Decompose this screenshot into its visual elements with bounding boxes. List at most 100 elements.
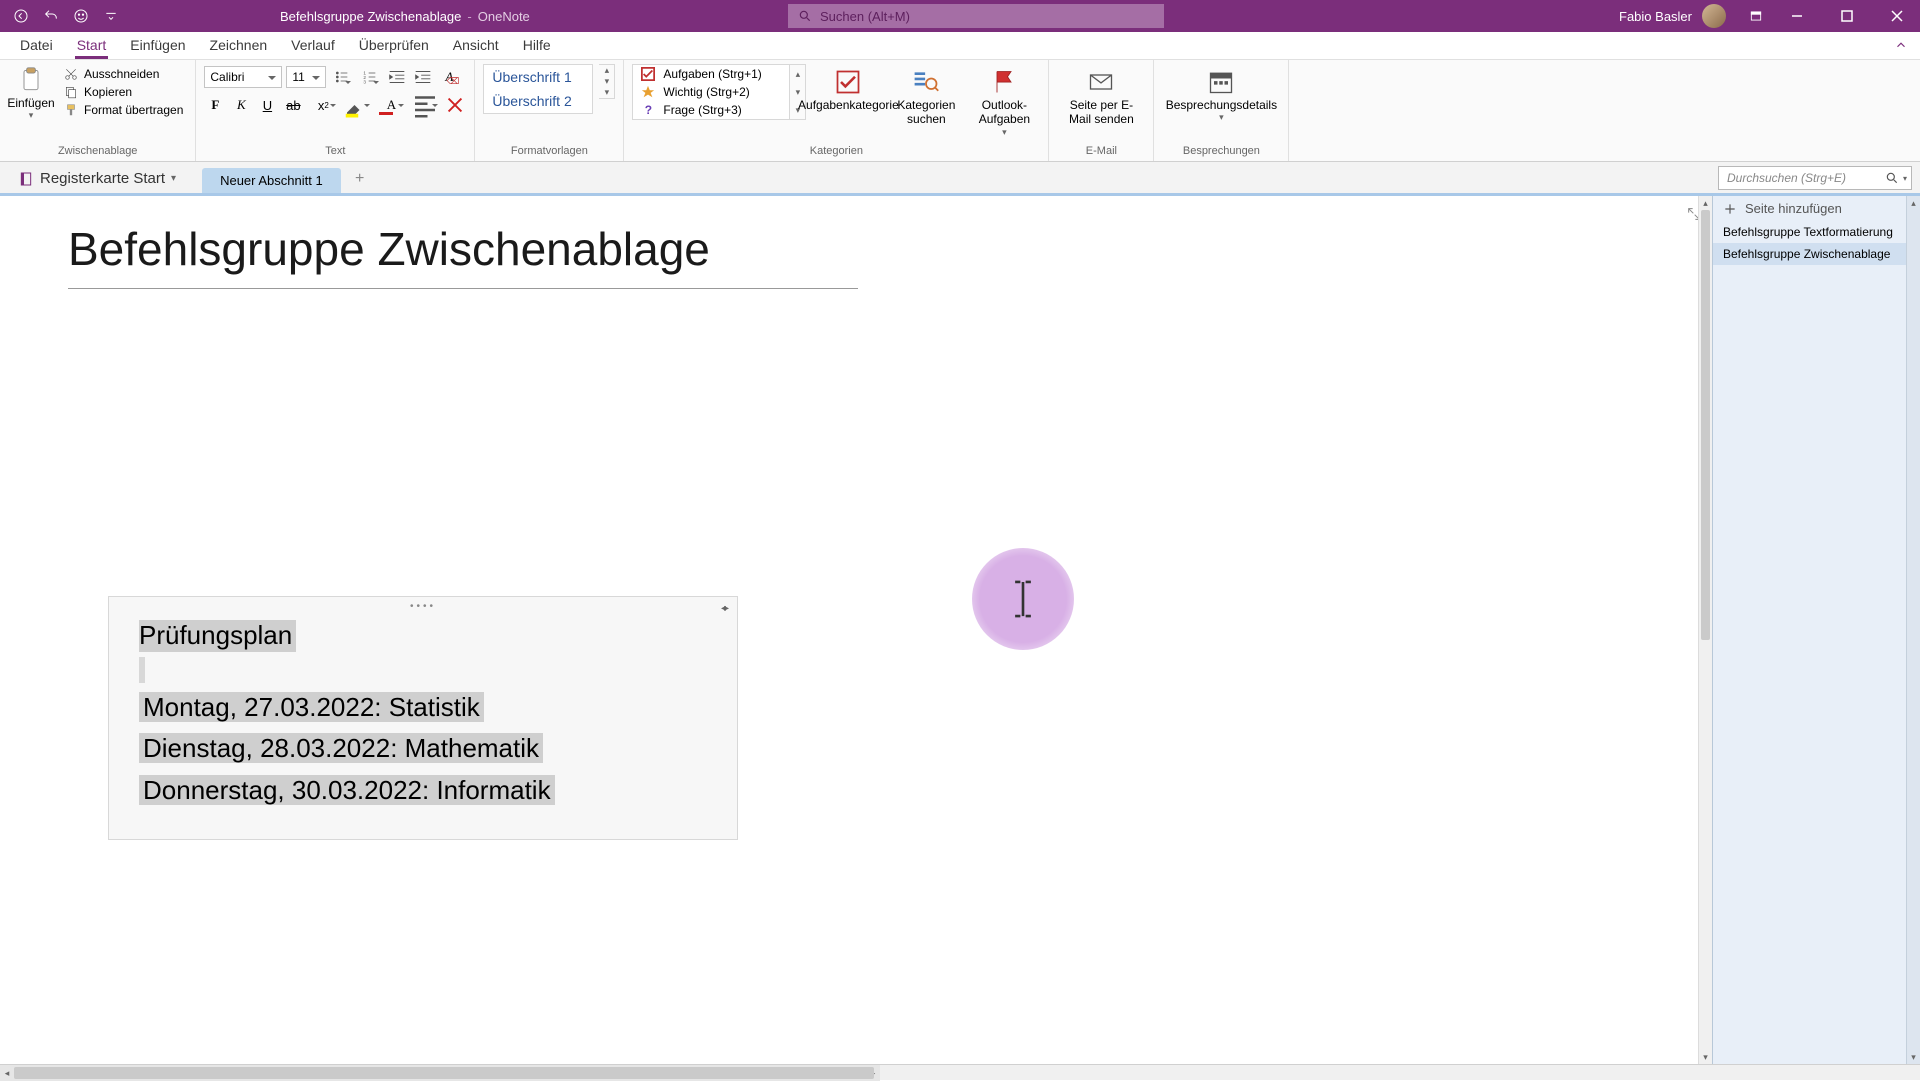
italic-button[interactable]: K bbox=[230, 94, 252, 116]
bullets-button[interactable] bbox=[330, 66, 354, 88]
scroll-down-button[interactable]: ▾ bbox=[1699, 1050, 1712, 1064]
group-text: Calibri 11 123 A⌫ F K U ab x2 A Text bbox=[196, 60, 475, 161]
tag-task[interactable]: Aufgaben (Strg+1) bbox=[633, 65, 789, 83]
note-line-1[interactable]: Montag, 27.03.2022: Statistik bbox=[139, 692, 484, 722]
style-heading2[interactable]: Überschrift 2 bbox=[484, 89, 592, 113]
pagelist-scrollbar[interactable]: ▴ ▾ bbox=[1906, 196, 1920, 1064]
close-button[interactable] bbox=[1874, 0, 1920, 32]
tell-me-input[interactable] bbox=[820, 9, 1154, 24]
page-search-button[interactable] bbox=[1884, 167, 1901, 189]
horizontal-scrollbar[interactable]: ◂ ▸ bbox=[0, 1065, 880, 1081]
note-heading[interactable]: Prüfungsplan bbox=[139, 620, 296, 652]
email-page-button[interactable]: Seite per E-Mail senden bbox=[1057, 64, 1145, 131]
touch-mode-button[interactable] bbox=[70, 5, 92, 27]
page-search-input[interactable] bbox=[1727, 171, 1884, 185]
subscript-button[interactable]: x2 bbox=[308, 94, 338, 116]
avatar[interactable] bbox=[1702, 4, 1726, 28]
strikethrough-button[interactable]: ab bbox=[282, 94, 304, 116]
increase-indent-button[interactable] bbox=[412, 66, 434, 88]
collapse-ribbon-button[interactable] bbox=[1894, 38, 1908, 57]
tags-gallery[interactable]: Aufgaben (Strg+1) Wichtig (Strg+2) ?Frag… bbox=[632, 64, 790, 120]
find-tags-button[interactable]: Kategorien suchen bbox=[890, 64, 962, 131]
tab-ansicht[interactable]: Ansicht bbox=[441, 33, 511, 59]
underline-button[interactable]: U bbox=[256, 94, 278, 116]
hscroll-thumb[interactable] bbox=[14, 1067, 874, 1079]
indent-icon bbox=[412, 66, 434, 88]
align-button[interactable] bbox=[410, 94, 440, 116]
tags-scroll-up[interactable]: ▴ bbox=[790, 65, 805, 83]
scroll-thumb[interactable] bbox=[1701, 210, 1710, 640]
decrease-indent-button[interactable] bbox=[386, 66, 408, 88]
user-name[interactable]: Fabio Basler bbox=[1619, 9, 1692, 24]
scroll-up-button[interactable]: ▴ bbox=[1699, 196, 1712, 210]
add-page-button[interactable]: Seite hinzufügen bbox=[1713, 196, 1920, 221]
qat-customize-button[interactable] bbox=[100, 5, 122, 27]
text-cursor-icon bbox=[1007, 578, 1039, 620]
delete-button[interactable] bbox=[444, 94, 466, 116]
font-name-combo[interactable]: Calibri bbox=[204, 66, 282, 88]
checkbox-icon bbox=[641, 67, 655, 81]
meeting-details-button[interactable]: Besprechungsdetails ▾ bbox=[1162, 64, 1280, 127]
highlight-button[interactable] bbox=[342, 94, 372, 116]
add-section-button[interactable]: + bbox=[349, 168, 371, 190]
tab-einfuegen[interactable]: Einfügen bbox=[118, 33, 197, 59]
task-category-button[interactable]: Aufgabenkategorie bbox=[812, 64, 884, 116]
styles-scroll-up[interactable]: ▴ bbox=[599, 65, 614, 76]
tab-hilfe[interactable]: Hilfe bbox=[511, 33, 563, 59]
note-line-3[interactable]: Donnerstag, 30.03.2022: Informatik bbox=[139, 775, 555, 805]
page-item-0[interactable]: Befehlsgruppe Textformatierung bbox=[1713, 221, 1920, 243]
format-painter-button[interactable]: Format übertragen bbox=[60, 102, 187, 118]
font-size-combo[interactable]: 11 bbox=[286, 66, 326, 88]
canvas-vertical-scrollbar[interactable]: ▴ ▾ bbox=[1698, 196, 1712, 1064]
undo-button[interactable] bbox=[40, 5, 62, 27]
cut-button[interactable]: Ausschneiden bbox=[60, 66, 187, 82]
ribbon-display-button[interactable] bbox=[1742, 2, 1770, 30]
styles-scroll-down[interactable]: ▾ bbox=[599, 76, 614, 87]
note-container[interactable]: •••• ◂▸ Prüfungsplan Montag, 27.03.2022:… bbox=[108, 596, 738, 840]
group-meetings: Besprechungsdetails ▾ Besprechungen bbox=[1154, 60, 1289, 161]
tab-datei[interactable]: Datei bbox=[8, 33, 65, 59]
section-tab[interactable]: Neuer Abschnitt 1 bbox=[202, 168, 341, 193]
styles-gallery[interactable]: Überschrift 1 Überschrift 2 bbox=[483, 64, 593, 114]
group-label-styles: Formatvorlagen bbox=[483, 143, 615, 159]
search-scope-dropdown[interactable]: ▾ bbox=[1903, 174, 1907, 183]
style-heading1[interactable]: Überschrift 1 bbox=[484, 65, 592, 89]
font-color-button[interactable]: A bbox=[376, 94, 406, 116]
tab-zeichnen[interactable]: Zeichnen bbox=[198, 33, 280, 59]
page-item-1[interactable]: Befehlsgruppe Zwischenablage bbox=[1713, 243, 1920, 265]
window-title: Befehlsgruppe Zwischenablage - OneNote bbox=[280, 0, 530, 32]
styles-expand[interactable]: ▾ bbox=[599, 87, 614, 98]
nav-back-button[interactable] bbox=[10, 5, 32, 27]
note-line-2[interactable]: Dienstag, 28.03.2022: Mathematik bbox=[139, 733, 543, 763]
maximize-button[interactable] bbox=[1824, 0, 1870, 32]
tab-verlauf[interactable]: Verlauf bbox=[279, 33, 347, 59]
container-drag-handle[interactable]: •••• bbox=[410, 601, 436, 612]
page-search[interactable]: ▾ bbox=[1718, 166, 1912, 190]
bold-button[interactable]: F bbox=[204, 94, 226, 116]
group-tags: Aufgaben (Strg+1) Wichtig (Strg+2) ?Frag… bbox=[624, 60, 1049, 161]
page-title[interactable]: Befehlsgruppe Zwischenablage bbox=[68, 222, 858, 289]
minimize-button[interactable] bbox=[1774, 0, 1820, 32]
clear-format-button[interactable]: A⌫ bbox=[438, 66, 460, 88]
title-separator: - bbox=[467, 9, 471, 24]
numbering-button[interactable]: 123 bbox=[358, 66, 382, 88]
tell-me-search[interactable] bbox=[788, 4, 1164, 28]
tab-start[interactable]: Start bbox=[65, 33, 119, 59]
paste-button[interactable]: Einfügen ▾ bbox=[8, 64, 54, 121]
pagelist-scroll-up[interactable]: ▴ bbox=[1907, 196, 1920, 210]
page-canvas[interactable]: Befehlsgruppe Zwischenablage •••• ◂▸ Prü… bbox=[0, 196, 1712, 1064]
scissors-icon bbox=[64, 67, 78, 81]
outlook-tasks-button[interactable]: Outlook-Aufgaben ▾ bbox=[968, 64, 1040, 142]
star-icon bbox=[641, 85, 655, 99]
hscroll-left[interactable]: ◂ bbox=[0, 1065, 14, 1081]
notebook-selector[interactable]: Registerkarte Start ▾ bbox=[6, 164, 188, 193]
tab-ueberpruefen[interactable]: Überprüfen bbox=[347, 33, 441, 59]
note-blank-line[interactable] bbox=[139, 657, 707, 687]
tag-important[interactable]: Wichtig (Strg+2) bbox=[633, 83, 789, 101]
copy-icon bbox=[64, 85, 78, 99]
copy-button[interactable]: Kopieren bbox=[60, 84, 187, 100]
pagelist-scroll-down[interactable]: ▾ bbox=[1907, 1050, 1920, 1064]
tag-question[interactable]: ?Frage (Strg+3) bbox=[633, 101, 789, 119]
page-title-area[interactable]: Befehlsgruppe Zwischenablage bbox=[68, 222, 858, 289]
container-resize-handle[interactable]: ◂▸ bbox=[721, 603, 727, 614]
